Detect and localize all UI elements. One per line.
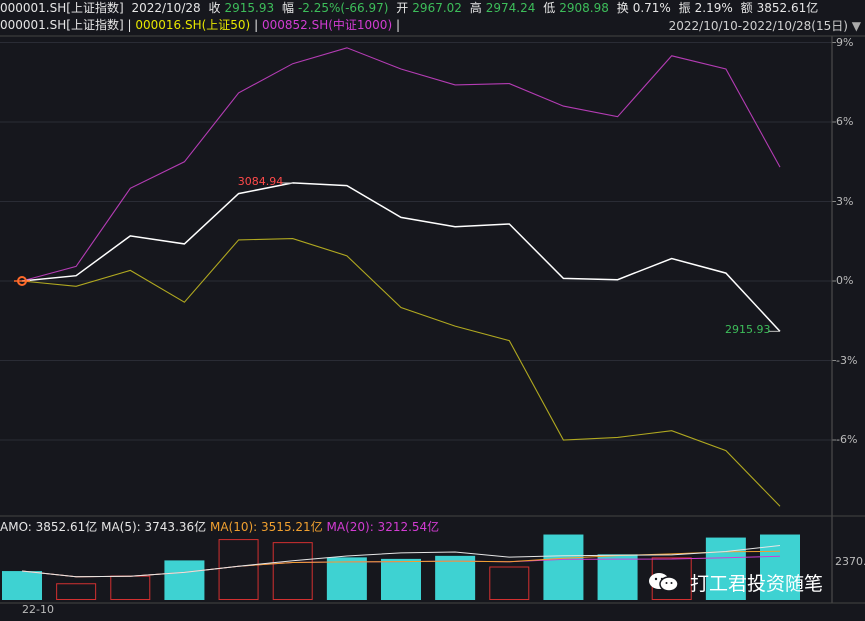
volume-bar-up — [381, 558, 421, 600]
volume-bar-up — [164, 560, 205, 600]
volume-bar-up — [326, 557, 367, 600]
volume-header: AMO: 3852.61亿 MA(5): 3743.36亿 MA(10): 35… — [0, 518, 439, 535]
volume-bar-up — [543, 534, 584, 600]
y-tick-label: 3% — [836, 194, 854, 208]
line-csi1000 — [21, 47, 781, 282]
volume-bar-down — [272, 542, 313, 600]
annotation-label: 2915.93 — [725, 323, 771, 337]
volume-bar-down — [56, 583, 97, 600]
volume-y-tick: 2370. — [835, 555, 865, 568]
y-tick-label: -6% — [836, 433, 858, 446]
annotation-label: 3084.94 — [237, 174, 284, 188]
chart-lines — [21, 47, 781, 507]
volume-bar-up — [2, 571, 42, 600]
volume-bar-down — [218, 539, 259, 600]
y-tick-label: -3% — [836, 353, 858, 367]
chart-markers — [14, 182, 780, 332]
line-sse — [21, 182, 781, 332]
volume-bar-down — [489, 566, 530, 600]
ma20-label: MA(20): 3212.54亿 — [326, 520, 440, 534]
volume-bar-up — [597, 554, 638, 600]
x-axis-date-label: 22-10 — [22, 603, 54, 616]
ma10-label: MA(10): 3515.21亿 — [209, 520, 323, 534]
wechat-icon — [649, 573, 679, 592]
amo-label: AMO: 3852.61亿 — [0, 520, 98, 534]
y-tick-label: 9% — [836, 35, 854, 49]
volume-bar-down — [110, 575, 151, 600]
volume-bar-up — [435, 555, 476, 600]
line-sse50 — [21, 238, 781, 507]
y-tick-label: 6% — [836, 115, 854, 128]
ma5-label: MA(5): 3743.36亿 — [101, 520, 207, 534]
y-tick-label: 0% — [836, 274, 854, 287]
watermark-text: 打工君投资随笔 — [690, 573, 824, 595]
